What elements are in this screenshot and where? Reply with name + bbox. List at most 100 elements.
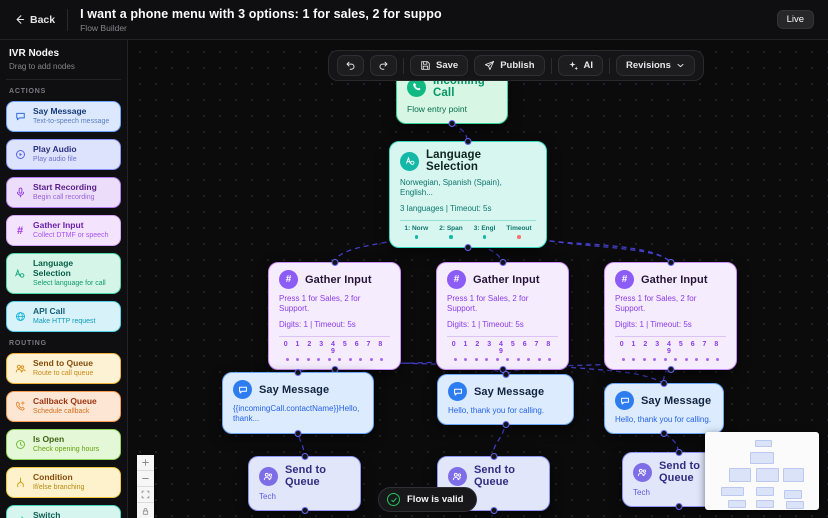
palette-item-switch[interactable]: SwitchRoute by variable value <box>6 505 121 518</box>
chat-icon <box>448 382 467 401</box>
node-subtitle: Flow entry point <box>407 104 497 115</box>
top-bar: Back I want a phone menu with 3 options:… <box>0 0 828 40</box>
palette-item-desc: Collect DTMF or speech <box>33 232 108 240</box>
page-subtitle: Flow Builder <box>80 23 442 33</box>
section-label-actions: ACTIONS <box>9 88 118 95</box>
digit-output-handles[interactable] <box>615 358 726 361</box>
chat-icon <box>615 391 634 410</box>
lock-icon <box>141 507 150 516</box>
flow-titles: I want a phone menu with 3 options: 1 fo… <box>80 7 442 33</box>
fit-view-icon <box>141 490 150 499</box>
palette-item-title: Is Open <box>33 435 99 445</box>
palette-item-title: Language Selection <box>33 259 113 279</box>
lock-button[interactable] <box>137 503 154 518</box>
minimap-node <box>755 440 772 447</box>
node-divider <box>279 336 390 337</box>
palette-item-title: Say Message <box>33 107 109 117</box>
palette-item-condition[interactable]: ConditionIf/else branching <box>6 467 121 498</box>
ai-button[interactable]: AI <box>558 55 604 76</box>
digit-outputs-labels: 0 1 2 3 4 5 6 7 8 9 <box>615 341 726 355</box>
digit-outputs-labels: 0 1 2 3 4 5 6 7 8 9 <box>447 341 558 355</box>
globe-icon <box>14 311 26 322</box>
phone-callback-icon <box>14 401 26 412</box>
send-icon <box>484 60 495 71</box>
node-title: Say Message <box>474 386 544 398</box>
palette-item-language-selection[interactable]: Language SelectionSelect language for ca… <box>6 253 121 294</box>
fit-view-button[interactable] <box>137 487 154 503</box>
node-say-message-1[interactable]: Say Message {{incomingCall.contactName}}… <box>222 372 374 434</box>
undo-button[interactable] <box>337 55 364 76</box>
node-prompt: Press 1 for Sales, 2 for Support. <box>279 294 390 315</box>
minimap-node <box>783 468 804 482</box>
node-say-message-2[interactable]: Say Message Hello, thank you for calling… <box>437 374 574 425</box>
node-title: Send to Queue <box>474 464 539 488</box>
minus-icon <box>141 474 150 483</box>
digit-output-handles[interactable] <box>279 358 390 361</box>
flow-canvas[interactable]: Incoming Call Flow entry point Language … <box>128 40 828 518</box>
palette-item-play-audio[interactable]: Play AudioPlay audio file <box>6 139 121 170</box>
node-say-message-3[interactable]: Say Message Hello, thank you for calling… <box>604 383 724 434</box>
zoom-in-button[interactable] <box>137 455 154 471</box>
node-message: Hello, thank you for calling. <box>448 406 563 416</box>
check-circle-icon <box>387 493 400 506</box>
minimap-node <box>756 487 774 496</box>
palette-item-gather-input[interactable]: # Gather InputCollect DTMF or speech <box>6 215 121 246</box>
hash-icon: # <box>447 270 466 289</box>
minimap-node <box>728 500 746 508</box>
palette-item-is-open[interactable]: Is OpenCheck opening hours <box>6 429 121 460</box>
zoom-out-button[interactable] <box>137 471 154 487</box>
minimap[interactable] <box>705 432 819 510</box>
minimap-node <box>721 487 744 496</box>
node-language-selection[interactable]: Language Selection Norwegian, Spanish (S… <box>389 141 547 248</box>
save-button[interactable]: Save <box>410 55 468 76</box>
node-gather-input-3[interactable]: #Gather Input Press 1 for Sales, 2 for S… <box>604 262 737 370</box>
toolbar-separator <box>609 58 610 74</box>
palette-item-desc: Begin call recording <box>33 194 97 202</box>
sidebar-subtitle: Drag to add nodes <box>9 62 118 71</box>
back-button[interactable]: Back <box>14 14 55 26</box>
node-send-to-queue-1[interactable]: Send to Queue Tech <box>248 456 361 511</box>
node-prompt: Press 1 for Sales, 2 for Support. <box>447 294 558 315</box>
save-icon <box>420 60 431 71</box>
node-divider <box>447 336 558 337</box>
output-handle-english[interactable]: 3: Engl <box>474 225 496 239</box>
arrow-left-icon <box>14 14 25 25</box>
output-handle-timeout[interactable]: Timeout <box>506 225 531 239</box>
toast-flow-valid: Flow is valid <box>378 487 477 512</box>
palette-item-send-to-queue[interactable]: Send to QueueRoute to call queue <box>6 353 121 384</box>
header-divider <box>67 9 68 31</box>
minimap-node <box>756 468 779 482</box>
node-gather-input-2[interactable]: #Gather Input Press 1 for Sales, 2 for S… <box>436 262 569 370</box>
sidebar-title: IVR Nodes <box>9 48 118 59</box>
publish-button[interactable]: Publish <box>474 55 544 76</box>
node-meta: Digits: 1 | Timeout: 5s <box>279 320 390 330</box>
toolbar-separator <box>403 58 404 74</box>
node-palette-sidebar: IVR Nodes Drag to add nodes ACTIONS Say … <box>0 40 128 518</box>
page-title: I want a phone menu with 3 options: 1 fo… <box>80 7 442 21</box>
node-language-meta: 3 languages | Timeout: 5s <box>400 204 536 214</box>
microphone-icon <box>14 187 26 198</box>
palette-item-title: Send to Queue <box>33 359 93 369</box>
node-gather-input-1[interactable]: #Gather Input Press 1 for Sales, 2 for S… <box>268 262 401 370</box>
palette-item-callback-queue[interactable]: Callback QueueSchedule callback <box>6 391 121 422</box>
palette-item-start-recording[interactable]: Start RecordingBegin call recording <box>6 177 121 208</box>
digit-output-handles[interactable] <box>447 358 558 361</box>
chat-icon <box>233 380 252 399</box>
redo-button[interactable] <box>370 55 397 76</box>
palette-item-say-message[interactable]: Say MessageText-to-speech message <box>6 101 121 132</box>
node-title: Say Message <box>641 395 711 407</box>
palette-item-title: API Call <box>33 307 96 317</box>
palette-item-api-call[interactable]: API CallMake HTTP request <box>6 301 121 332</box>
users-icon <box>14 363 26 374</box>
digit-outputs-labels: 0 1 2 3 4 5 6 7 8 9 <box>279 341 390 355</box>
toolbar-separator <box>551 58 552 74</box>
toast-message: Flow is valid <box>407 494 464 505</box>
node-title: Send to Queue <box>285 464 350 488</box>
revisions-button[interactable]: Revisions <box>616 55 695 76</box>
branch-icon <box>14 477 26 488</box>
output-handle-spanish[interactable]: 2: Span <box>439 225 462 239</box>
clock-icon <box>14 439 26 450</box>
palette-item-title: Callback Queue <box>33 397 97 407</box>
hash-icon: # <box>615 270 634 289</box>
output-handle-norwegian[interactable]: 1: Norw <box>404 225 428 239</box>
